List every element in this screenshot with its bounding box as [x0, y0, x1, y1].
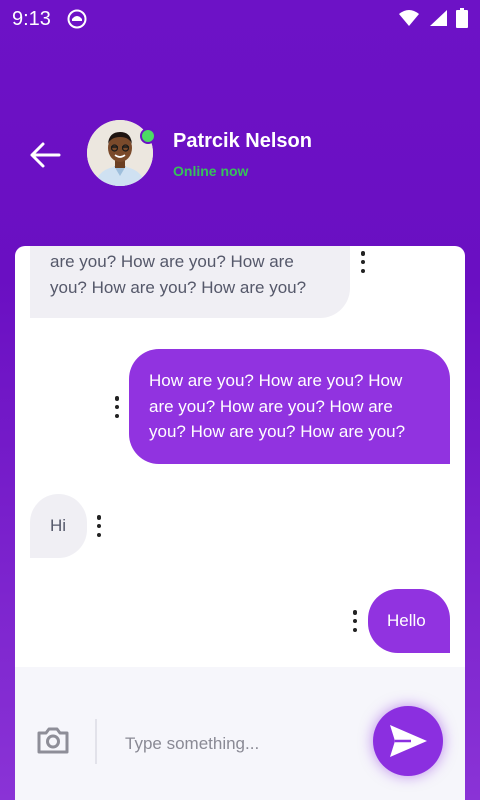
message-text-line: How are you? How are you? How: [149, 371, 403, 390]
message-text: Hi: [50, 516, 67, 535]
contact-name: Patrcik Nelson: [173, 130, 312, 152]
camera-icon[interactable]: [36, 724, 70, 756]
chat-header: Patrcik Nelson Online now: [0, 110, 480, 200]
incoming-message[interactable]: are you? How are you? How are you? How a…: [30, 246, 350, 318]
chat-panel: are you? How are you? How are you? How a…: [15, 246, 465, 800]
signal-icon: [430, 10, 447, 26]
contact-status: Online now: [173, 163, 249, 179]
more-vert-icon[interactable]: [113, 396, 121, 418]
message-text-line: are you? How are you? How are: [50, 252, 294, 271]
status-bar: 9:13: [0, 0, 480, 36]
send-icon: [390, 725, 427, 757]
wifi-icon: [399, 10, 419, 26]
more-vert-icon[interactable]: [359, 251, 367, 273]
message-text-line: are you? How are you? How are: [149, 396, 393, 416]
more-vert-icon[interactable]: [95, 515, 103, 537]
outgoing-message[interactable]: Hello: [368, 589, 450, 653]
incoming-message[interactable]: Hi: [30, 494, 87, 558]
online-indicator: [140, 128, 156, 144]
more-vert-icon[interactable]: [351, 610, 359, 632]
message-text-line: you? How are you? How are you?: [50, 277, 307, 297]
status-time: 9:13: [12, 8, 51, 30]
battery-icon: [456, 8, 468, 28]
message-composer: [15, 667, 465, 800]
message-text: Hello: [387, 611, 426, 630]
back-arrow-icon[interactable]: [26, 136, 64, 174]
send-button[interactable]: [373, 706, 443, 776]
composer-divider: [95, 719, 97, 764]
message-input[interactable]: [125, 731, 365, 757]
message-text-line: you? How are you? How are you?: [149, 422, 406, 441]
outgoing-message[interactable]: How are you? How are you? How are you? H…: [129, 349, 450, 464]
app-notification-icon: [67, 9, 87, 29]
